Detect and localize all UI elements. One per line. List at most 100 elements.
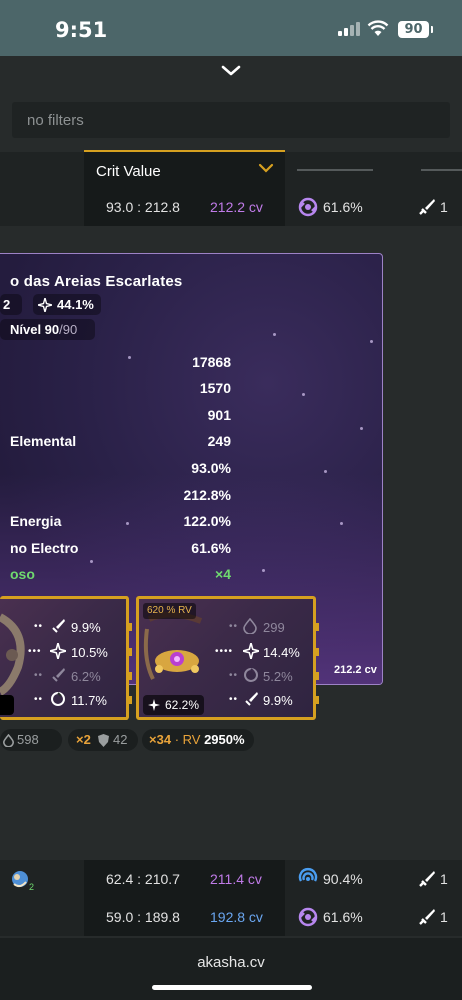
row-crit-cell: 62.4 : 210.7 211.4 cv [84,860,285,898]
def-value: 42 [113,732,128,747]
stat-value: 93.0% [191,460,231,476]
collapse-chevron-icon[interactable] [220,64,242,78]
home-indicator[interactable] [152,985,312,990]
crit-dmg-icon [245,692,258,706]
roll-dots: •• [34,621,44,632]
roll-dots: •• [34,670,44,681]
roll-dots: ••• [28,646,42,657]
level-badge: Nível 90/90 [0,319,95,340]
row-crit-cell: 93.0 : 212.8 212.2 cv [84,188,285,226]
roll-count: ×34 [149,732,172,747]
battery-tip [431,26,433,33]
column-divider [421,169,462,171]
wifi-icon [367,20,389,36]
substat-value: 14.4% [263,645,300,660]
browser-address-bar[interactable]: akasha.cv [0,938,462,1000]
column-header-left[interactable] [0,152,84,188]
svg-text:2: 2 [29,882,34,891]
crit-ratio: 93.0 : 212.8 [106,199,180,215]
star-decoration [370,340,373,343]
electro-icon [298,197,318,217]
rv-label: · RV [174,732,201,747]
hp-icon [243,618,257,634]
substat-marker [127,623,132,631]
substat-badge: 44.1% [33,294,101,315]
crit-ratio: 59.0 : 189.8 [106,909,180,925]
signal-icon [338,22,360,36]
table-row[interactable]: 2 62.4 : 210.7 211.4 cv 90.4% 1 [0,860,462,898]
artifact-card[interactable]: 620 % RV •• 299 •••• 14.4% •• 5.2% •• 9.… [136,596,319,720]
shield-icon [98,734,109,747]
row-stats-cell: 61.6% 1 [285,898,462,936]
crit-rate-icon [148,699,160,711]
substat-marker [127,672,132,680]
crit-rate-icon [50,643,66,659]
column-divider [297,169,373,171]
stat-value: 17868 [192,354,231,370]
star-decoration [302,393,305,396]
status-time: 9:51 [55,18,108,42]
substat-value: 11.7% [71,693,107,708]
stat-name: oso [10,566,35,582]
roll-dots: •• [229,621,239,632]
energy-icon [244,668,258,682]
sword-icon [419,909,435,925]
energy-icon [51,692,65,706]
sort-chevron-icon[interactable] [258,162,274,174]
star-decoration [90,560,93,563]
sword-value: 1 [440,909,448,925]
battery-indicator: 90 [398,21,429,38]
row-stats-cell: 90.4% 1 [285,860,462,898]
weapon-name: o das Areias Escarlates [10,273,183,290]
substat-value: 44.1% [57,297,94,312]
star-decoration [262,569,265,572]
stat-value: 61.6% [191,540,231,556]
star-decoration [126,522,129,525]
roll-dots: •• [229,694,239,705]
artifact-card[interactable]: •• 9.9% ••• 10.5% •• 6.2% •• 11.7% [0,596,132,720]
main-stat-value: 62.2% [165,698,200,712]
stat-name: no Electro [10,540,79,556]
element-bonus: 61.6% [323,909,363,925]
crit-ratio: 62.4 : 210.7 [106,871,180,887]
level-label: Nível 90 [10,322,60,337]
sword-icon [419,871,435,887]
sword-value: 1 [440,871,448,887]
crit-dmg-icon [52,619,65,633]
table-row[interactable]: 59.0 : 189.8 192.8 cv 61.6% 1 [0,898,462,936]
column-header-crit-value[interactable]: Crit Value [84,150,285,188]
filter-placeholder: no filters [27,112,84,129]
stat-value: 122.0% [183,513,231,529]
stat-value: 901 [207,407,231,423]
row-character-cell [0,188,84,226]
rv-total: 2950% [204,732,245,747]
crit-dmg-icon [52,668,65,682]
column-header-label: Crit Value [96,163,161,180]
site-domain: akasha.cv [197,954,265,971]
refinement-badge: 2 [0,294,22,315]
row-crit-cell: 59.0 : 189.8 192.8 cv [84,898,285,936]
row-character-cell [0,898,84,936]
artifact-image [0,613,25,696]
substat-value: 9.9% [71,620,101,635]
set-count: ×2 [76,732,91,747]
substat-value: 5.2% [263,669,293,684]
roll-dots: •• [34,694,44,705]
crit-rate-icon [243,643,259,659]
hp-icon [3,734,14,747]
rv-badge: 620 % RV [143,603,196,619]
filter-input[interactable]: no filters [12,102,450,138]
main-stat-tag: 62.2% [143,695,205,715]
crit-value: 211.4 cv [210,871,262,887]
substat-marker [314,648,319,656]
electro-icon [298,907,318,927]
substat-marker [314,696,319,704]
column-header-right[interactable] [285,152,462,188]
hydro-icon [298,868,318,882]
main-stat-tag [0,695,14,715]
element-bonus: 90.4% [323,871,363,887]
stat-value: 212.8% [183,487,231,503]
stat-value: 1570 [199,380,231,396]
row-stats-cell: 61.6% 1 [285,188,462,226]
table-row[interactable]: 93.0 : 212.8 212.2 cv 61.6% 1 [0,188,462,226]
